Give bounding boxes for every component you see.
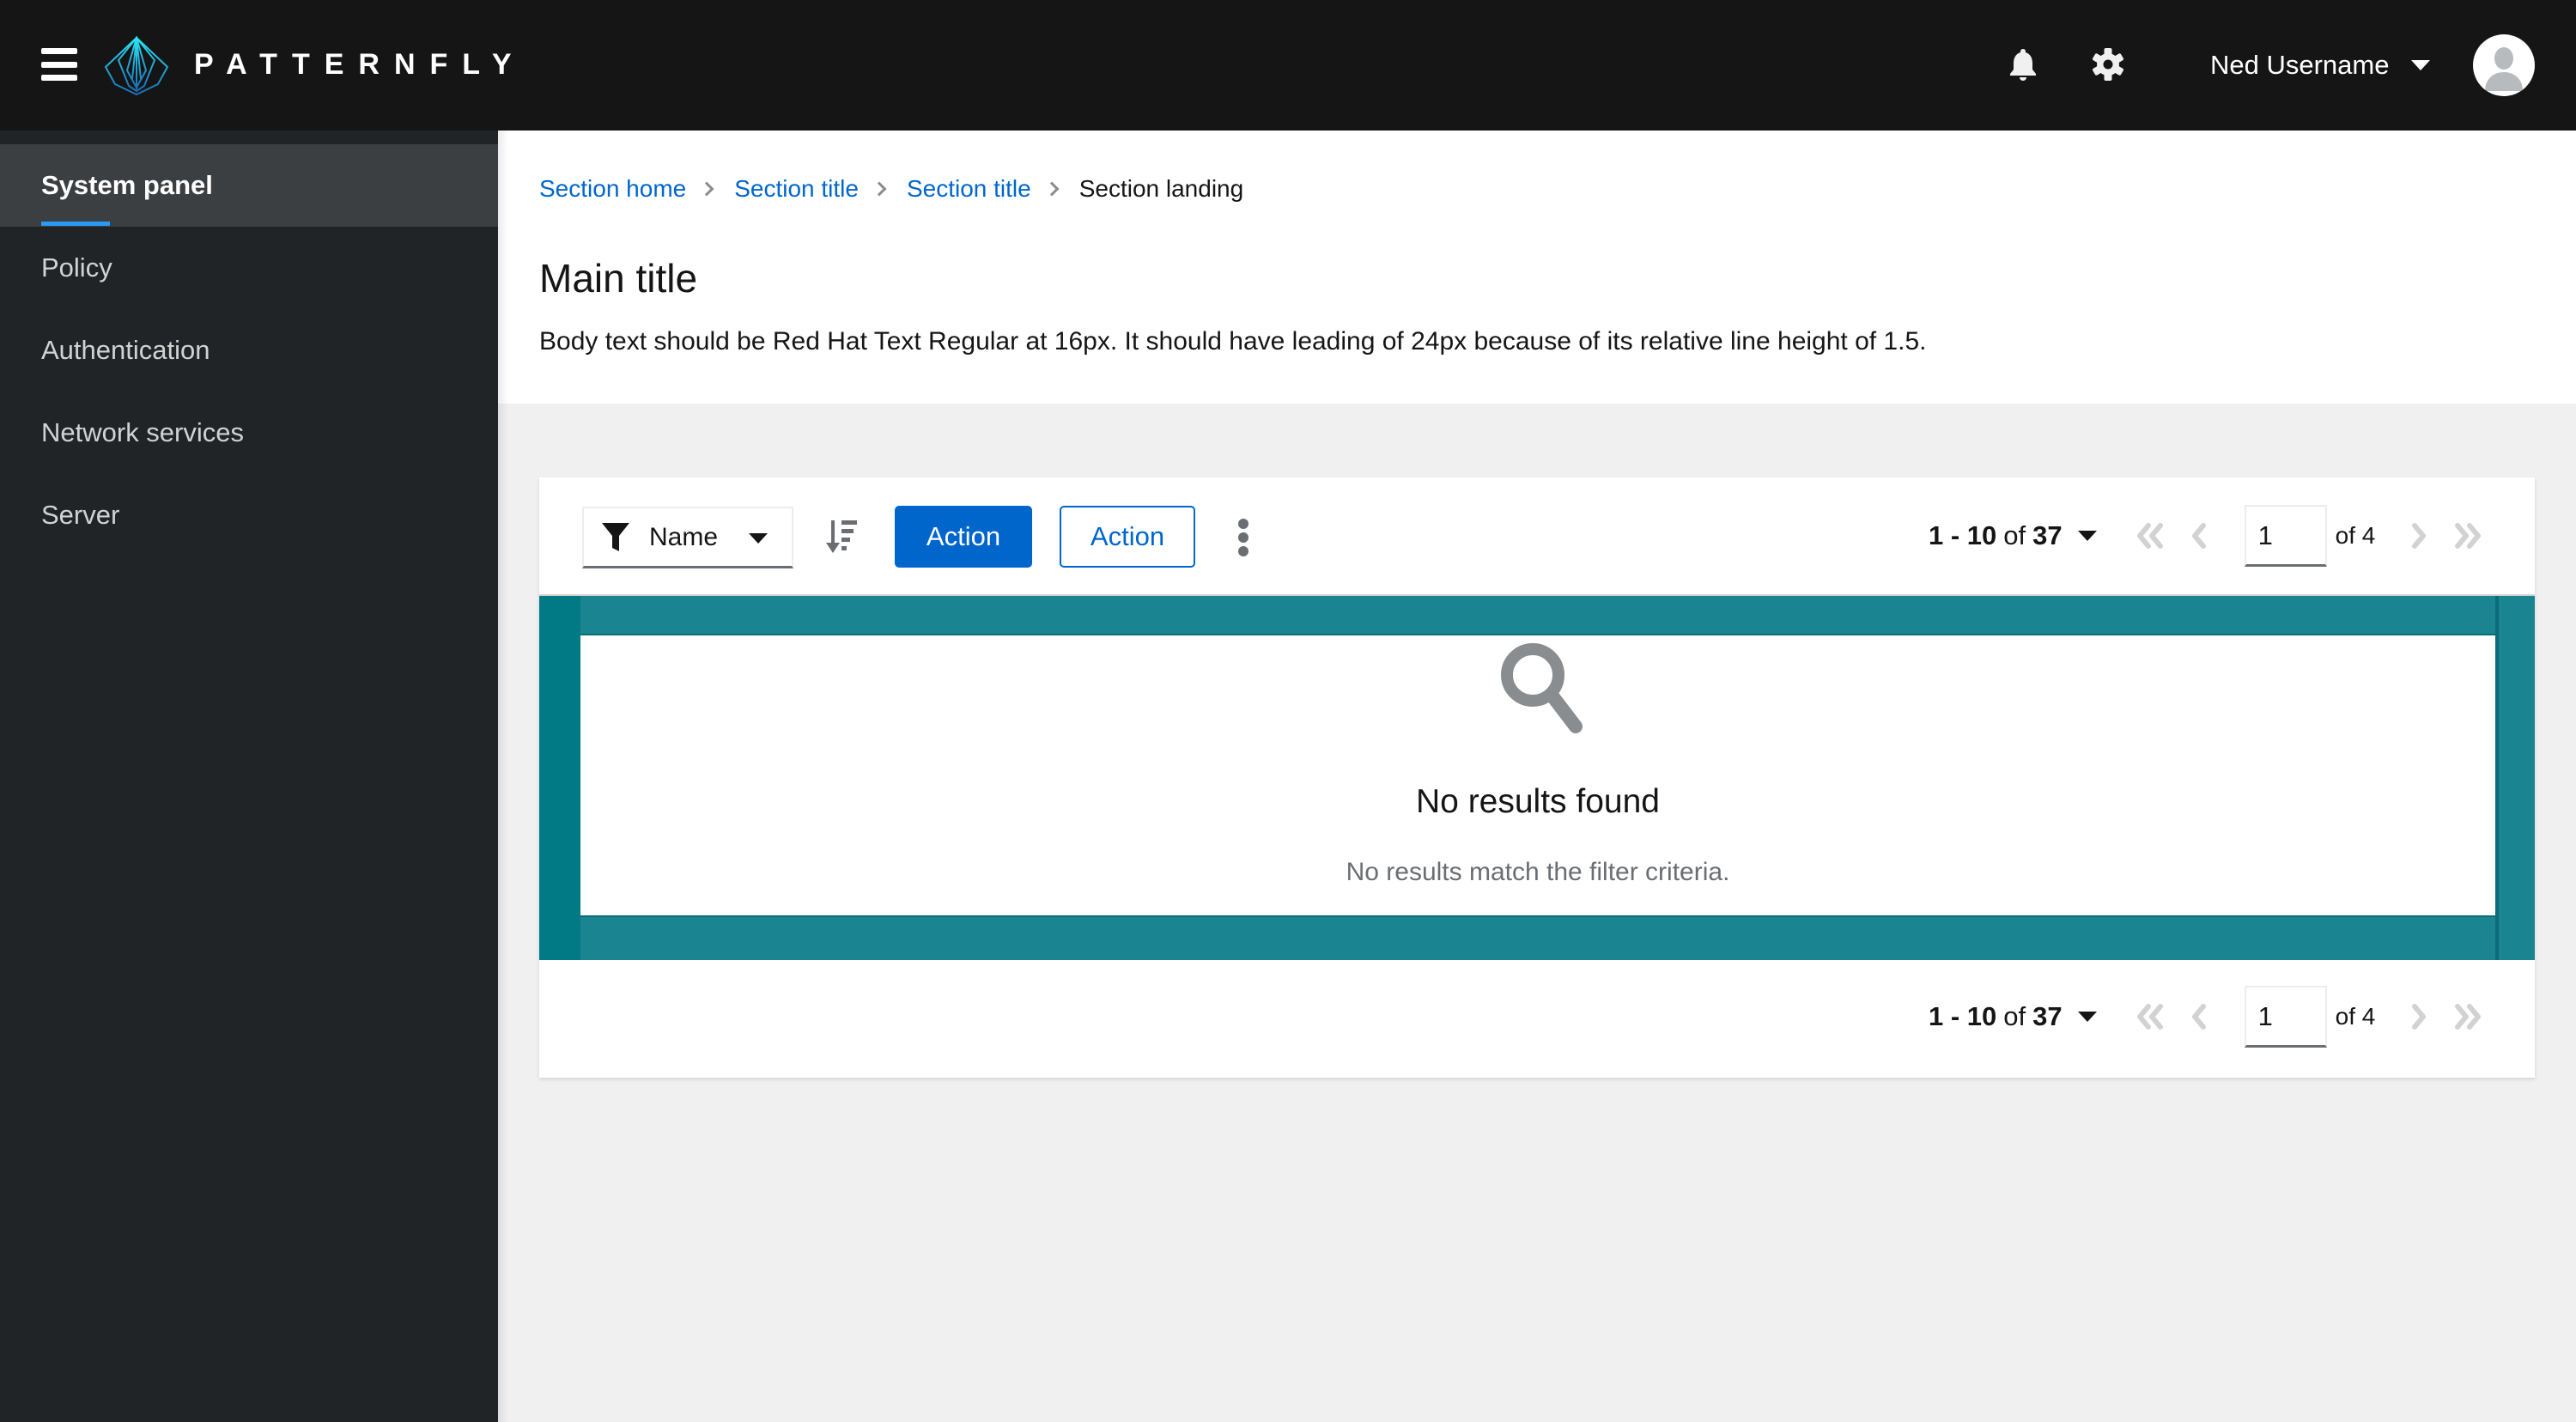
angle-double-left-icon	[2136, 523, 2163, 549]
sidebar-shadow	[498, 131, 508, 1422]
empty-state-title: No results found	[1416, 783, 1660, 820]
gear-icon[interactable]	[2090, 46, 2126, 82]
caret-down-icon	[2411, 60, 2431, 70]
breadcrumb-link[interactable]: Section title	[734, 172, 859, 206]
last-page-button[interactable]	[2449, 1000, 2483, 1034]
page-description: Body text should be Red Hat Text Regular…	[539, 327, 1927, 356]
breadcrumb-current: Section landing	[1078, 175, 1244, 202]
kebab-icon	[1238, 519, 1249, 529]
masthead: PATTERNFLY Ned Username	[0, 0, 2576, 131]
current-page-input[interactable]	[2244, 986, 2327, 1048]
sidebar-item-label: Authentication	[41, 335, 210, 365]
caret-down-icon	[2077, 1012, 2097, 1022]
avatar[interactable]	[2473, 34, 2535, 96]
next-page-button[interactable]	[2401, 519, 2435, 553]
last-page-button[interactable]	[2449, 519, 2483, 553]
sidebar-item-label: Server	[41, 500, 120, 530]
empty-state-body: No results match the filter criteria.	[1346, 858, 1730, 886]
angle-left-icon	[2191, 1004, 2206, 1030]
page-title: Main title	[539, 256, 698, 301]
breadcrumb: Section home Section title Section title…	[539, 172, 1243, 206]
empty-state: No results found No results match the fi…	[580, 635, 2495, 915]
next-page-button[interactable]	[2401, 1000, 2435, 1034]
pagination-range: 1 - 10	[1929, 520, 1997, 550]
sidebar-item-server[interactable]: Server	[0, 474, 498, 556]
sidebar-item-network-services[interactable]: Network services	[0, 392, 498, 474]
caret-down-icon	[2077, 531, 2097, 541]
sidebar-item-label: Network services	[41, 417, 244, 447]
sidebar-item-label: Policy	[41, 252, 112, 283]
chevron-right-icon	[872, 181, 887, 197]
user-dropdown-toggle[interactable]: Ned Username	[2210, 45, 2431, 86]
active-indicator	[41, 222, 110, 226]
pagination-bottom: 1 - 10 of 37 of 4	[1929, 986, 2483, 1048]
highlight-left-band	[539, 596, 580, 960]
angle-right-icon	[2412, 523, 2427, 549]
toolbar: Name Action Action 1 - 10 of 37 1 of 4	[539, 477, 2535, 594]
breadcrumb-link[interactable]: Section home	[539, 172, 686, 206]
bell-icon[interactable]	[2005, 46, 2041, 82]
kebab-menu-button[interactable]	[1233, 519, 1254, 556]
angle-double-right-icon	[2455, 1004, 2482, 1030]
primary-action-button[interactable]: Action	[895, 506, 1032, 568]
first-page-button[interactable]	[2135, 519, 2169, 553]
sidebar-item-label: System panel	[41, 170, 213, 200]
brand-name: PATTERNFLY	[194, 48, 526, 81]
previous-page-button[interactable]	[2183, 1000, 2217, 1034]
pagination-top: 1 - 10 of 37 of 4	[1929, 505, 2483, 567]
patternfly-logo-icon	[104, 36, 169, 96]
sidebar-item-system-panel[interactable]: System panel	[0, 144, 498, 227]
chevron-right-icon	[1044, 181, 1060, 197]
pagination-total: 37	[2032, 520, 2063, 550]
angle-double-right-icon	[2455, 523, 2482, 549]
angle-right-icon	[2412, 1004, 2427, 1030]
sidebar-nav: System panel Policy Authentication Netwo…	[0, 131, 498, 1422]
pagination-range: 1 - 10	[1929, 1001, 1997, 1031]
filter-select-value: Name	[649, 522, 719, 551]
sidebar-item-policy[interactable]: Policy	[0, 227, 498, 309]
table-body-highlight: No results found No results match the fi…	[539, 594, 2535, 960]
angle-double-left-icon	[2136, 1004, 2163, 1030]
menu-icon	[41, 48, 77, 54]
sidebar-item-authentication[interactable]: Authentication	[0, 309, 498, 392]
filter-icon	[602, 522, 629, 551]
page-count-label: of 4	[2335, 522, 2376, 549]
pagination-total: 37	[2032, 1001, 2063, 1031]
table-card: Name Action Action 1 - 10 of 37 1 of 4 N…	[539, 477, 2535, 1078]
per-page-toggle[interactable]: 1 - 10 of 37	[1929, 520, 2097, 551]
page-count-label: of 4	[2335, 1003, 2376, 1030]
chevron-right-icon	[699, 181, 714, 197]
user-name: Ned Username	[2210, 50, 2390, 80]
sort-amount-down-icon[interactable]	[826, 517, 864, 556]
caret-down-icon	[749, 533, 768, 544]
current-page-input[interactable]	[2244, 505, 2327, 567]
menu-toggle-button[interactable]	[41, 48, 77, 81]
pagination-of-label: of	[2003, 520, 2026, 550]
breadcrumb-link[interactable]: Section title	[907, 172, 1031, 206]
previous-page-button[interactable]	[2183, 519, 2217, 553]
user-avatar-icon	[2485, 47, 2523, 91]
search-icon	[1501, 643, 1583, 733]
secondary-action-button[interactable]: Action	[1060, 506, 1195, 568]
first-page-button[interactable]	[2135, 1000, 2169, 1034]
pagination-of-label: of	[2003, 1001, 2026, 1031]
per-page-toggle[interactable]: 1 - 10 of 37	[1929, 1001, 2097, 1032]
filter-attribute-select[interactable]: Name	[582, 507, 793, 568]
angle-left-icon	[2191, 523, 2206, 549]
